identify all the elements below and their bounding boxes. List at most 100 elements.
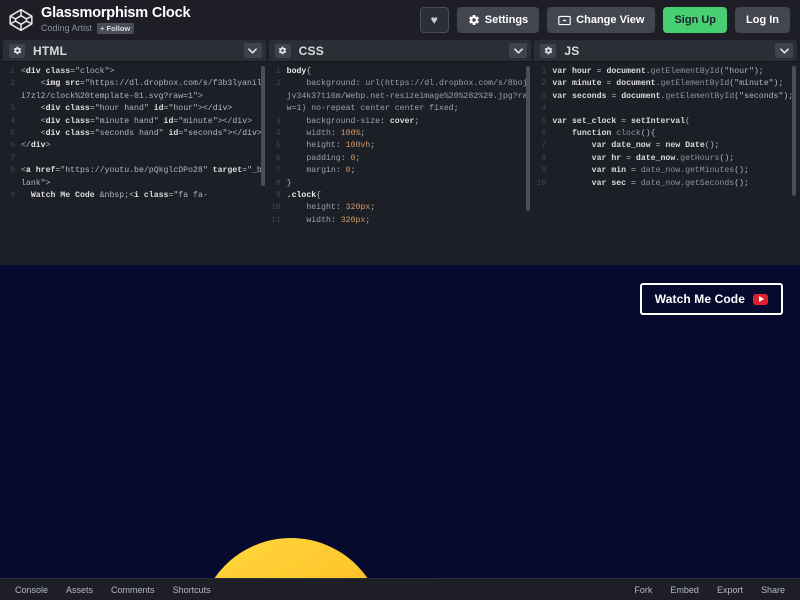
line-number: 1 [10,67,15,76]
code-line: 4 width: 100%; [269,128,532,140]
line-text: var set_clock = setInterval( [552,116,690,126]
code-line: 5 <div class="seconds hand" id="seconds"… [3,128,266,140]
line-text: <a href="https://youtu.be/pQkglcDPo28" t… [21,166,262,188]
chevron-down-icon[interactable] [775,43,794,58]
follow-button[interactable]: + Follow [97,22,135,35]
pane-js: JS 1 var hour = document.getElementById("… [534,40,798,263]
footer-item-shortcuts[interactable]: Shortcuts [164,579,220,600]
sign-up-button[interactable]: Sign Up [663,7,727,33]
line-text: var sec = date_now.getSeconds(); [591,178,749,188]
pen-author-row: Coding Artist + Follow [41,22,190,35]
pane-css-code[interactable]: 1 body{ 2 background: url(https://dl.dropb… [268,62,532,263]
line-text: var hr = date_now.getHours(); [591,153,735,163]
line-text: function clock(){ [572,129,656,139]
codepen-logo-icon[interactable] [8,7,34,33]
pane-html: HTML 1 <div class="clock"> 2 <img src="htt… [3,40,266,263]
line-number: 8 [10,166,15,176]
line-number: 2 [10,79,15,89]
footer-item-share[interactable]: Share [752,579,794,600]
line-text: margin: 0; [306,166,356,176]
log-in-button[interactable]: Log In [735,7,790,33]
pane-js-header: JS [534,40,798,62]
pen-author[interactable]: Coding Artist [41,23,92,33]
line-text: <div class="minute hand" id="minute"></d… [40,116,253,126]
gear-icon[interactable] [9,43,25,58]
footer-right-group: Fork Embed Export Share [625,579,794,600]
code-line: 11 width: 320px; [269,215,532,227]
footer-item-assets[interactable]: Assets [57,579,102,600]
line-text: <div class="hour hand" id="hour"></div> [40,104,233,114]
line-text [21,153,266,165]
code-line: 10 var sec = date_now.getSeconds(); [534,178,797,190]
line-number: 5 [541,116,547,126]
code-line: 5 height: 100vh; [269,140,532,152]
chevron-down-icon[interactable] [509,43,528,58]
gear-icon[interactable] [274,43,291,58]
line-text: <div class="clock"> [21,67,115,76]
line-text: height: 100vh; [306,141,376,151]
line-number: 8 [541,153,547,163]
code-line: 1 <div class="clock"> [3,66,266,78]
line-text: body{ [286,67,312,76]
settings-button[interactable]: Settings [456,7,540,33]
line-text: var seconds = document.getElementById("s… [552,91,794,101]
code-line: 9 .clock{ [269,190,532,202]
footer-item-fork[interactable]: Fork [625,579,661,600]
line-number: 1 [275,67,281,76]
code-line: 2 var minute = document.getElementById("m… [534,78,797,90]
line-text: Watch Me Code &nbsp;<i class="fa fa- [30,191,208,201]
pane-html-header: HTML [3,40,266,62]
code-line: 7 [3,153,266,165]
preview-pane[interactable]: 12 3 6 9 Watch Me Code [0,265,800,578]
line-number: 5 [10,129,15,139]
line-number: 5 [275,141,281,151]
line-number: 6 [541,129,547,139]
code-line: 3 background-size: cover; [269,116,532,128]
line-number: 2 [541,79,547,89]
footer-item-comments[interactable]: Comments [102,579,164,600]
watch-me-code-button[interactable]: Watch Me Code [639,283,783,315]
change-view-button[interactable]: Change View [547,7,656,33]
editor-panes: HTML 1 <div class="clock"> 2 <img src="htt… [0,40,800,265]
code-line: 8} [269,178,532,190]
pane-js-code[interactable]: 1 var hour = document.getElementById("hou… [534,62,798,263]
gear-icon[interactable] [540,43,557,58]
code-line: 2 <img src="https://dl.dropbox.com/s/f3b… [3,78,266,103]
code-lines-css: 1 body{ 2 background: url(https://dl.dropb… [269,66,532,227]
pane-html-code[interactable]: 1 <div class="clock"> 2 <img src="https://… [3,62,266,263]
line-number: 7 [541,141,547,151]
code-line: 4 [534,103,797,115]
code-line: 7 var date_now = new Date(); [534,140,797,152]
line-number: 6 [10,141,15,151]
footer-item-console[interactable]: Console [6,579,57,600]
footer-left-group: Console Assets Comments Shortcuts [6,579,220,600]
footer-bar: Console Assets Comments Shortcuts Fork E… [0,578,800,600]
code-line: 8 <a href="https://youtu.be/pQkglcDPo28" … [3,165,266,190]
change-view-label: Change View [576,14,645,26]
footer-item-embed[interactable]: Embed [661,579,708,600]
line-text: <div class="seconds hand" id="seconds"><… [40,129,262,139]
youtube-icon [753,293,768,305]
footer-item-export[interactable]: Export [708,579,752,600]
line-number: 9 [541,166,547,176]
code-line: 2 background: url(https://dl.dropbox.com… [269,78,532,115]
chevron-down-icon[interactable] [243,43,262,58]
line-number: 7 [10,153,15,163]
scrollbar-js[interactable] [792,66,797,196]
pane-js-title: JS [564,43,580,58]
scrollbar-html[interactable] [260,66,265,186]
code-line: 1 body{ [269,66,532,78]
line-text: width: 100%; [306,129,366,139]
scrollbar-css[interactable] [526,66,531,211]
code-line: 5 var set_clock = setInterval( [534,116,797,128]
gear-icon [468,14,480,26]
like-button[interactable]: ♥ [419,7,449,33]
line-text: var date_now = new Date(); [591,141,720,151]
line-number: 9 [10,191,15,201]
page-title: Glassmorphism Clock [41,4,191,21]
line-number: 4 [275,129,281,139]
line-number: 1 [541,67,547,76]
settings-label: Settings [484,14,529,26]
line-number: 3 [275,116,281,126]
line-text: height: 320px; [306,203,376,213]
